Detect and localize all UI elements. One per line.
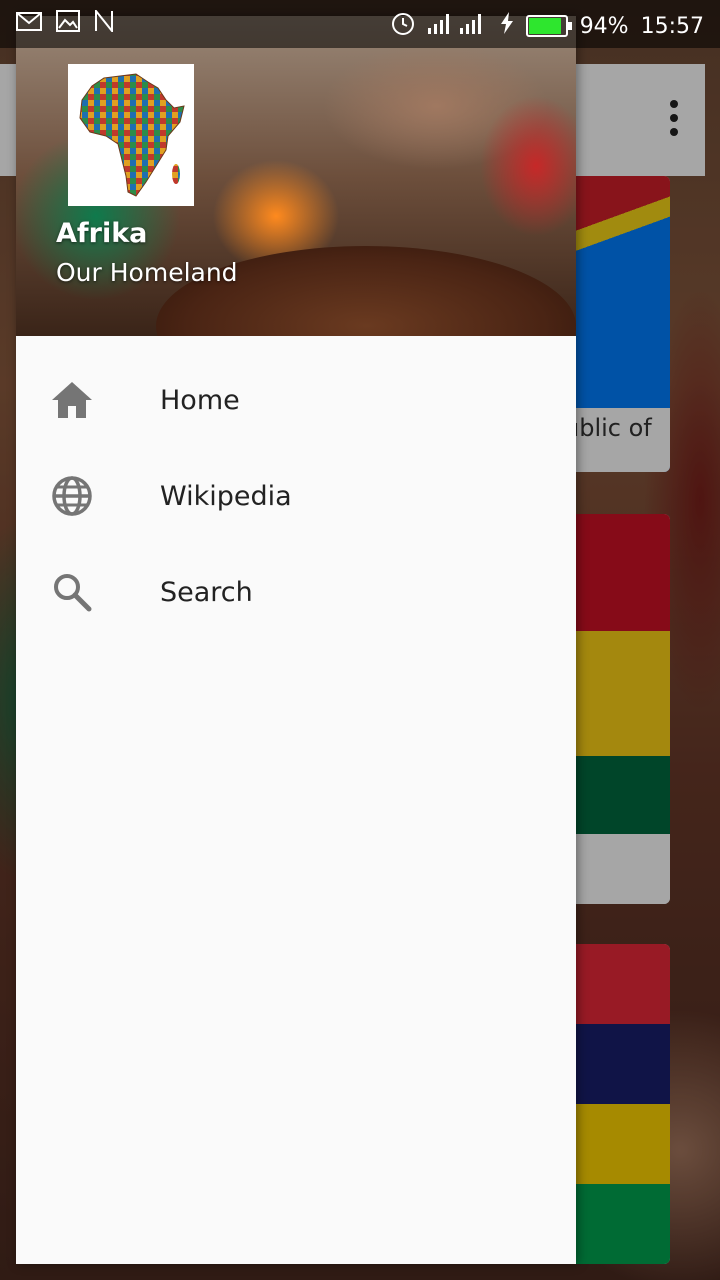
image-icon bbox=[56, 10, 80, 38]
signal-icon bbox=[427, 12, 488, 40]
menu-item-label: Search bbox=[160, 576, 253, 608]
status-bar: 94% 15:57 bbox=[0, 0, 720, 48]
menu-item-label: Home bbox=[160, 384, 240, 416]
clock: 15:57 bbox=[640, 13, 704, 39]
search-icon bbox=[52, 572, 92, 612]
navigation-drawer: Afrika Our Homeland Home Wikipedia Searc… bbox=[16, 16, 576, 1264]
drawer-menu: Home Wikipedia Search bbox=[16, 352, 576, 640]
menu-item-search[interactable]: Search bbox=[16, 544, 576, 640]
battery-percent: 94% bbox=[579, 13, 629, 39]
drawer-subtitle: Our Homeland bbox=[56, 258, 238, 287]
nfc-icon bbox=[94, 8, 114, 38]
alarm-icon bbox=[390, 10, 416, 42]
charging-icon bbox=[500, 12, 514, 40]
drawer-header: Afrika Our Homeland bbox=[16, 16, 576, 336]
battery-icon bbox=[525, 15, 572, 37]
home-icon bbox=[52, 380, 92, 420]
menu-item-label: Wikipedia bbox=[160, 480, 292, 512]
gmail-icon bbox=[16, 10, 42, 38]
drawer-title: Afrika bbox=[56, 218, 148, 249]
menu-item-wikipedia[interactable]: Wikipedia bbox=[16, 448, 576, 544]
menu-item-home[interactable]: Home bbox=[16, 352, 576, 448]
globe-icon bbox=[52, 476, 92, 516]
africa-logo bbox=[68, 64, 194, 206]
